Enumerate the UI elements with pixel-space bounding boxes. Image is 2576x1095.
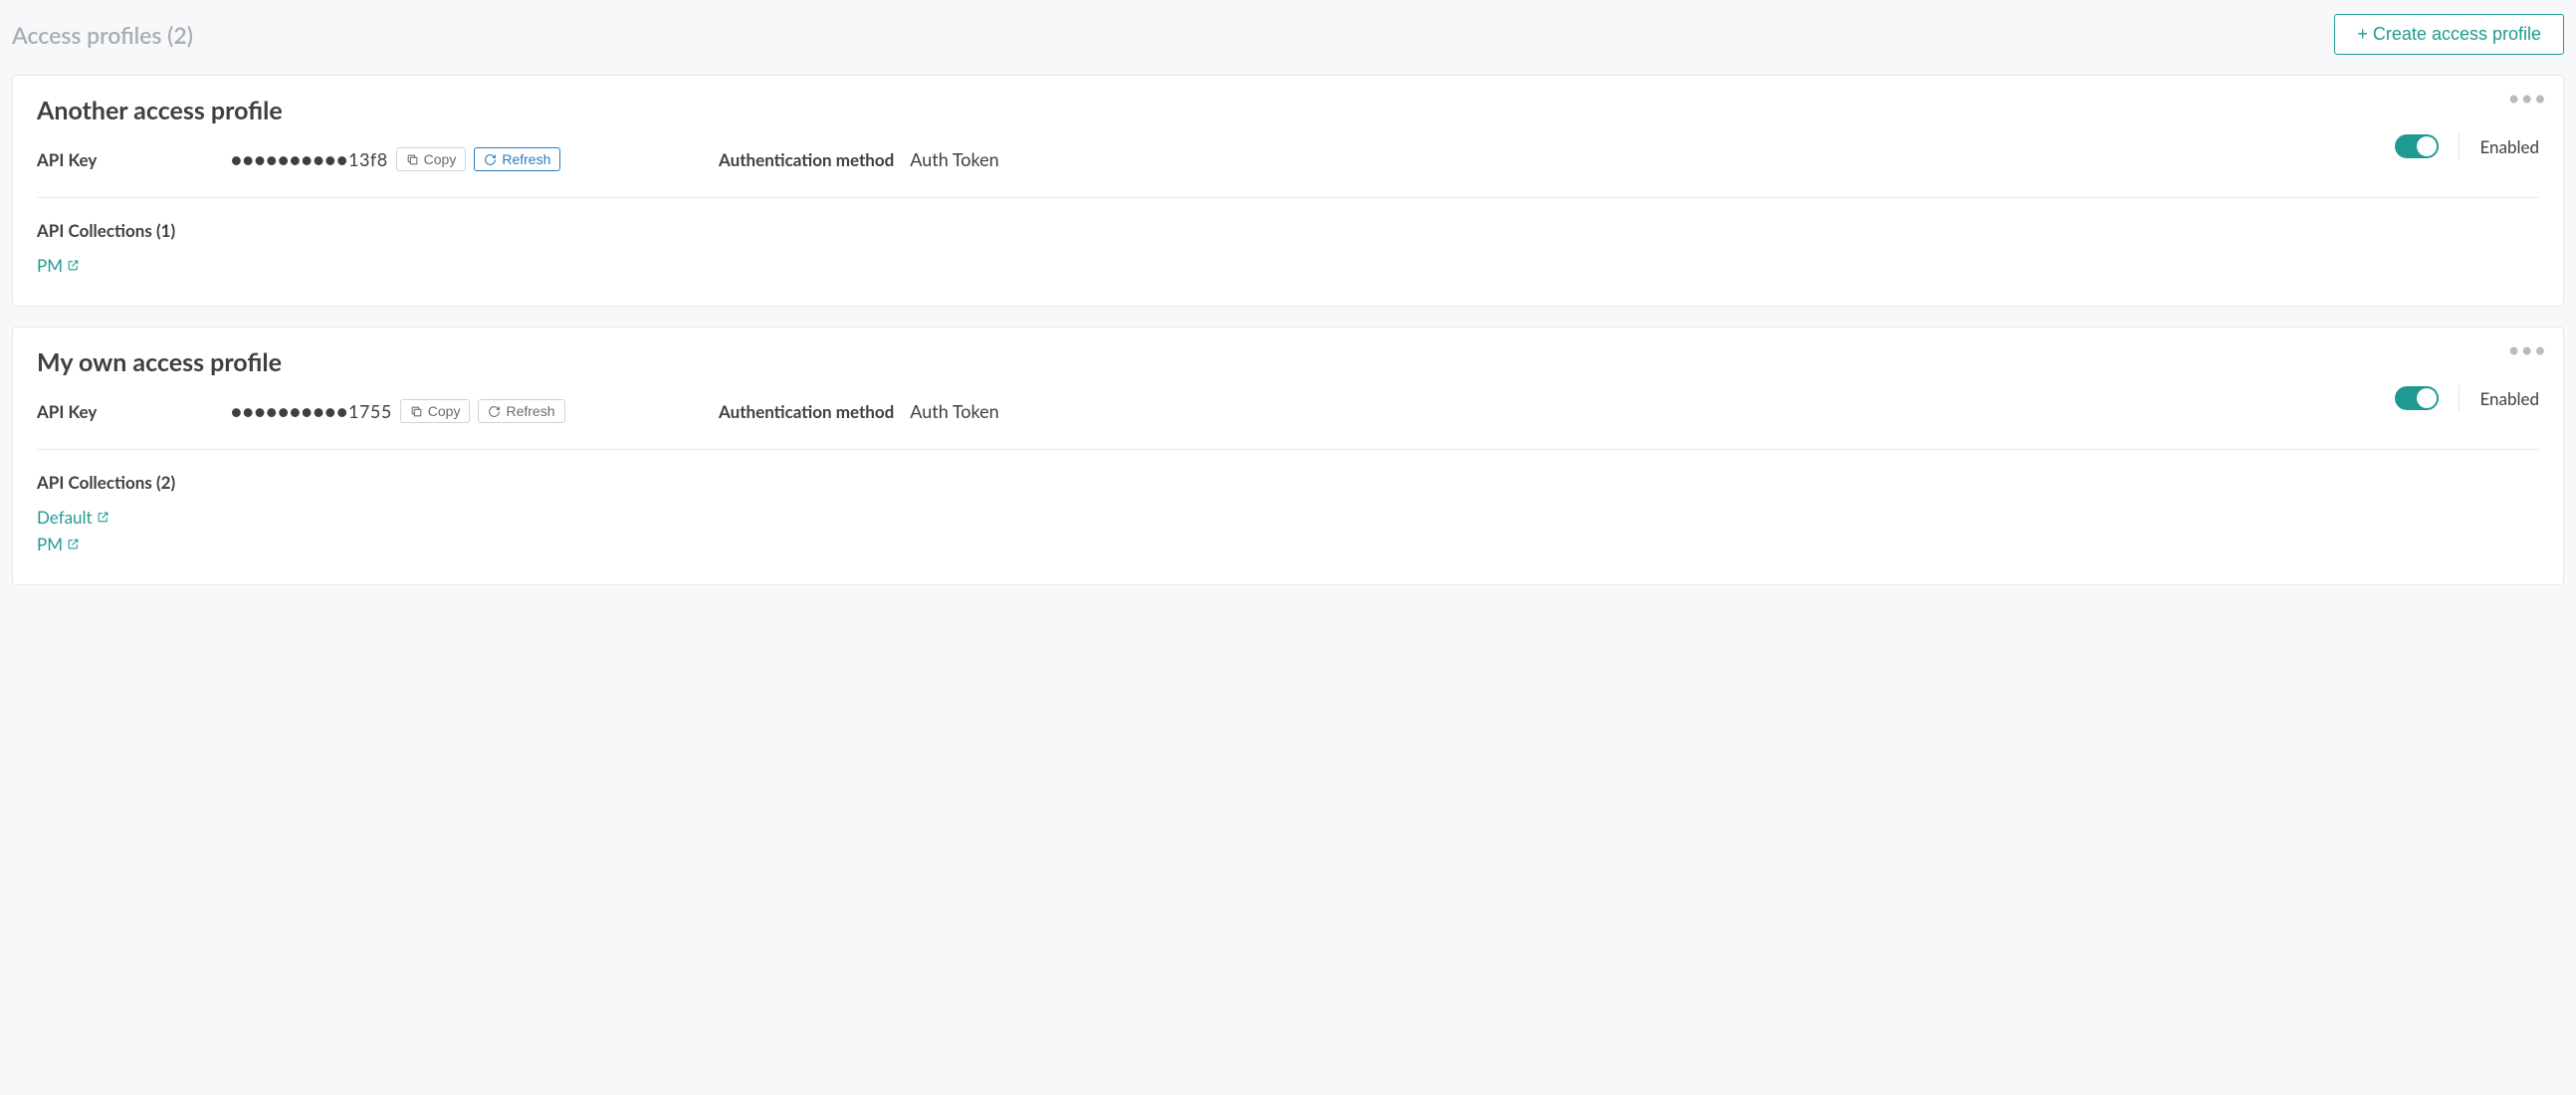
auth-method-value: Auth Token (910, 148, 2539, 170)
access-profile-card: ••• Another access profile Enabled API K… (12, 75, 2564, 307)
page-title: Access profiles (2) (12, 21, 193, 49)
collection-link[interactable]: PM (37, 255, 80, 276)
refresh-button[interactable]: Refresh (478, 399, 564, 423)
access-profile-card: ••• My own access profile Enabled API Ke… (12, 327, 2564, 585)
external-link-icon (67, 538, 80, 550)
api-collections-header: API Collections (2) (37, 472, 2539, 493)
api-key-label: API Key (37, 149, 231, 170)
enabled-toggle[interactable] (2395, 134, 2439, 158)
toggle-knob (2417, 388, 2437, 408)
more-options-icon[interactable]: ••• (2507, 339, 2547, 360)
external-link-icon (97, 511, 109, 524)
divider (2459, 385, 2460, 411)
more-options-icon[interactable]: ••• (2507, 88, 2547, 109)
enabled-label: Enabled (2479, 136, 2539, 157)
divider (2459, 133, 2460, 159)
auth-method-label: Authentication method (719, 401, 894, 422)
api-key-value: ●●●●●●●●●●13f8 (231, 148, 388, 170)
auth-method-value: Auth Token (910, 400, 2539, 422)
copy-button[interactable]: Copy (396, 147, 467, 171)
copy-button[interactable]: Copy (400, 399, 471, 423)
copy-icon (410, 405, 423, 418)
api-key-label: API Key (37, 401, 231, 422)
api-collections-header: API Collections (1) (37, 220, 2539, 241)
collection-link[interactable]: Default (37, 507, 109, 528)
auth-method-label: Authentication method (719, 149, 894, 170)
copy-icon (406, 153, 419, 166)
profile-title: Another access profile (37, 96, 2539, 125)
create-access-profile-button[interactable]: + Create access profile (2334, 14, 2564, 55)
refresh-icon (484, 153, 497, 166)
collection-link[interactable]: PM (37, 534, 80, 554)
enabled-label: Enabled (2479, 388, 2539, 409)
api-key-value: ●●●●●●●●●●1755 (231, 400, 392, 422)
refresh-icon (488, 405, 501, 418)
refresh-button[interactable]: Refresh (474, 147, 560, 171)
enabled-toggle[interactable] (2395, 386, 2439, 410)
profile-title: My own access profile (37, 347, 2539, 377)
external-link-icon (67, 259, 80, 272)
toggle-knob (2417, 136, 2437, 156)
